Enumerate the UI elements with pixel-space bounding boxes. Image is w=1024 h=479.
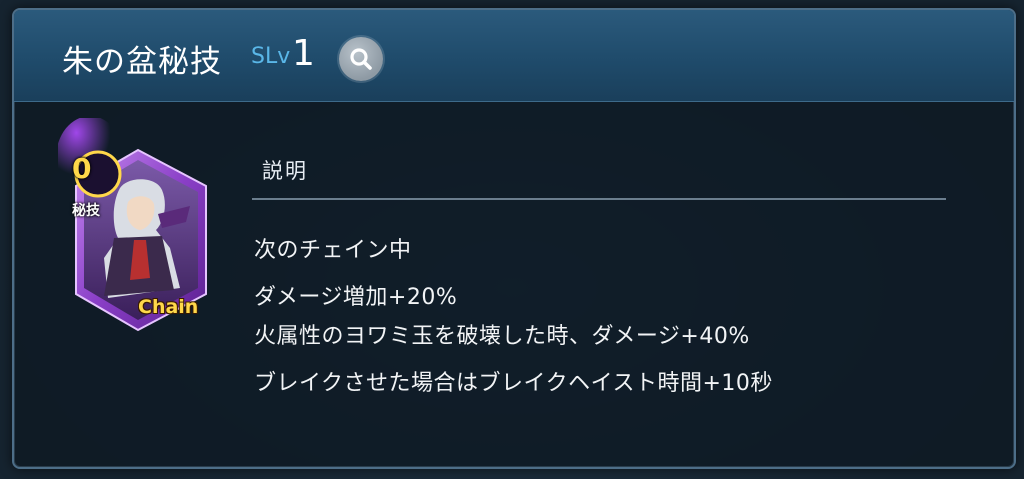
chain-label: Chain	[138, 296, 199, 318]
description-heading: 説明	[262, 159, 308, 183]
description-line: 火属性のヨワミ玉を破壊した時、ダメージ+40%	[254, 324, 750, 349]
card-cost-value: 0	[72, 152, 92, 185]
magnifier-icon	[350, 48, 372, 70]
description-line: ブレイクさせた場合はブレイクヘイスト時間+10秒	[254, 371, 773, 396]
card-type-label: 秘技	[72, 203, 100, 219]
skill-level-value: 1	[292, 33, 315, 74]
description-line: ダメージ増加+20%	[254, 285, 458, 310]
skill-level-label: SLv	[251, 44, 291, 69]
description-line: 次のチェイン中	[254, 238, 412, 263]
skill-name: 朱の盆秘技	[62, 44, 222, 80]
search-button[interactable]	[339, 37, 383, 81]
divider	[252, 198, 946, 200]
